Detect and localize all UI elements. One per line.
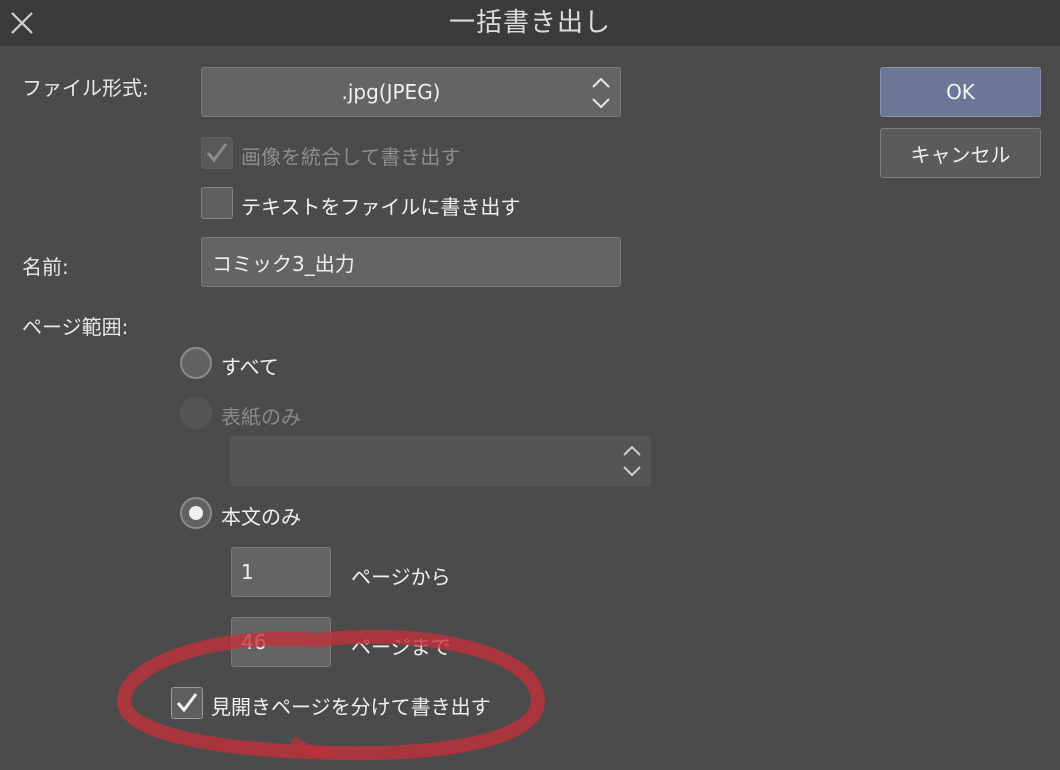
cancel-button[interactable]: キャンセル	[880, 128, 1041, 178]
radio-body-only[interactable]	[180, 497, 212, 529]
page-range-label: ページ範囲:	[22, 315, 129, 339]
cover-page-select[interactable]	[230, 436, 651, 487]
ok-button[interactable]: OK	[880, 67, 1041, 117]
stepper-arrows-icon	[592, 77, 610, 109]
close-icon	[11, 12, 33, 34]
radio-cover-only[interactable]	[180, 397, 212, 429]
dialog-titlebar: 一括書き出し	[0, 0, 1060, 46]
cover-page-value	[230, 436, 611, 487]
close-button[interactable]	[2, 3, 42, 43]
page-from-label: ページから	[351, 565, 451, 589]
radio-cover-only-label: 表紙のみ	[221, 405, 301, 429]
radio-selected-dot	[189, 506, 203, 520]
spread-pages-checkbox[interactable]	[171, 687, 203, 719]
checkmark-icon	[176, 693, 198, 713]
dialog-title: 一括書き出し	[448, 8, 611, 38]
file-format-select[interactable]: .jpg(JPEG)	[201, 67, 621, 117]
checkmark-icon	[206, 143, 228, 163]
export-text-checkbox[interactable]	[201, 187, 233, 219]
radio-all-label: すべて	[221, 355, 279, 379]
spread-pages-label: 見開きページを分けて書き出す	[211, 695, 491, 719]
radio-all[interactable]	[180, 347, 212, 379]
file-format-value: .jpg(JPEG)	[341, 80, 441, 104]
radio-body-only-label: 本文のみ	[221, 505, 301, 529]
export-text-label: テキストをファイルに書き出す	[241, 195, 521, 219]
page-from-input[interactable]: 1	[231, 547, 331, 597]
merge-images-checkbox[interactable]	[201, 137, 233, 169]
page-to-label: ページまで	[351, 635, 451, 659]
name-input[interactable]: コミック3_出力	[201, 237, 621, 287]
name-label: 名前:	[22, 255, 69, 279]
file-format-label: ファイル形式:	[22, 76, 149, 100]
merge-images-label: 画像を統合して書き出す	[241, 145, 461, 169]
stepper-arrows-icon	[623, 445, 641, 477]
page-to-input[interactable]: 46	[231, 617, 331, 667]
